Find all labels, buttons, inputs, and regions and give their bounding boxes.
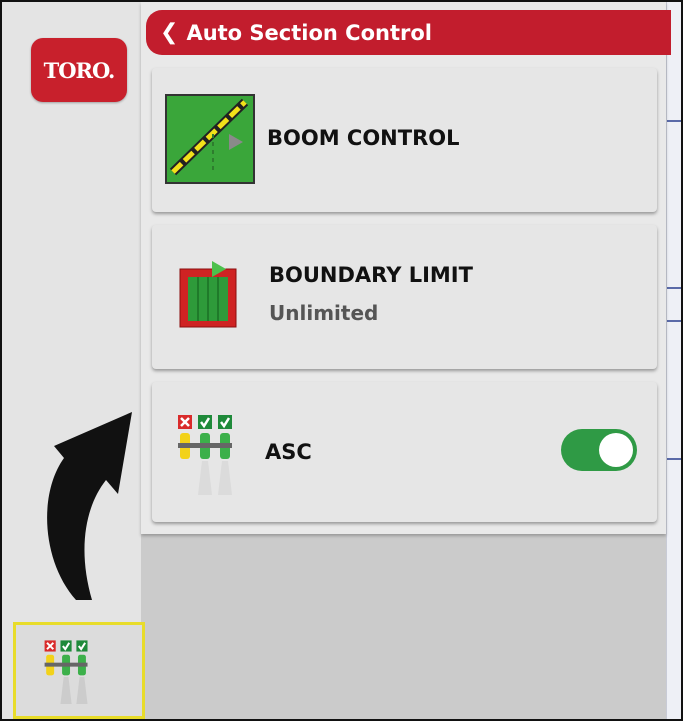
chevron-left-icon: ❮ [160, 20, 179, 45]
toro-logo: TORO. [31, 38, 127, 102]
panel-header-back-button[interactable]: ❮ Auto Section Control [146, 10, 671, 55]
panel-title: Auto Section Control [186, 20, 432, 45]
boundary-limit-item[interactable]: BOUNDARY LIMIT Unlimited [152, 225, 657, 369]
map-line [667, 458, 681, 460]
boundary-limit-icon [179, 261, 237, 328]
toggle-knob [599, 433, 633, 467]
sidebar-asc-button[interactable] [13, 622, 145, 719]
asc-sections-icon [44, 640, 88, 704]
map-line [667, 120, 681, 122]
boom-control-icon [165, 94, 255, 184]
map-line [667, 287, 681, 289]
map-line [667, 320, 681, 322]
background-map-strip [666, 2, 681, 719]
asc-title: ASC [265, 440, 312, 464]
boundary-limit-title: BOUNDARY LIMIT [269, 263, 473, 287]
boom-control-title: BOOM CONTROL [267, 126, 460, 150]
curved-arrow-icon [47, 412, 132, 600]
asc-item[interactable]: ASC [152, 382, 657, 522]
boom-control-item[interactable]: BOOM CONTROL [152, 68, 657, 212]
boundary-limit-value: Unlimited [269, 301, 379, 325]
sidebar: TORO. [2, 2, 142, 719]
asc-sections-icon [178, 415, 232, 495]
screen: TORO. ❮ Auto Section Control BOOM CONTRO… [0, 0, 683, 721]
asc-toggle[interactable] [561, 429, 637, 471]
auto-section-control-panel: ❮ Auto Section Control BOOM CONTROL BOUN… [141, 2, 671, 719]
